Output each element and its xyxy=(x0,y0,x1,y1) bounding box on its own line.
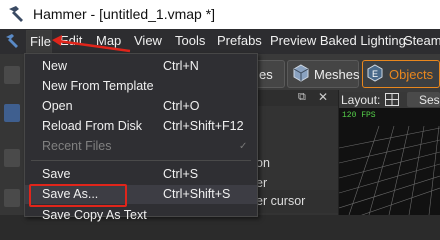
menu-prefabs[interactable]: Prefabs xyxy=(217,33,262,48)
menu-item-new-shortcut: Ctrl+N xyxy=(163,59,199,73)
menu-item-save-copy-label: Save Copy As Text xyxy=(42,208,147,222)
objects-button[interactable]: E Objects xyxy=(362,60,440,88)
svg-text:E: E xyxy=(372,69,378,79)
window-title: Hammer - [untitled_1.vmap *] xyxy=(33,6,216,22)
move-tool-button[interactable] xyxy=(4,149,20,167)
close-icon[interactable]: ✕ xyxy=(318,90,328,104)
outliner-row[interactable]: er cursor xyxy=(254,190,338,213)
tool-button[interactable] xyxy=(4,66,20,84)
menu-steam[interactable]: Steam xyxy=(404,33,440,48)
menu-item-save-as-label: Save As... xyxy=(42,187,99,201)
annotation-arrow-icon xyxy=(52,35,131,53)
menu-item-save[interactable]: Save Ctrl+S xyxy=(25,165,257,184)
objects-label: Objects xyxy=(389,67,434,82)
title-bar: Hammer - [untitled_1.vmap *] xyxy=(0,0,440,29)
menu-item-save-shortcut: Ctrl+S xyxy=(163,167,199,181)
submenu-arrow-icon: ✓ xyxy=(239,141,248,152)
menu-item-reload-from-disk[interactable]: Reload From Disk Ctrl+Shift+F12 xyxy=(25,117,257,136)
menu-item-recent-files[interactable]: Recent Files ✓ xyxy=(25,137,257,156)
side-fragment-1: on xyxy=(256,156,270,170)
menu-item-new[interactable]: New Ctrl+N xyxy=(25,57,257,76)
menu-item-open-label: Open xyxy=(42,99,73,113)
menu-separator xyxy=(31,160,251,161)
file-menu-dropdown: New Ctrl+N New From Template Open Ctrl+O… xyxy=(24,53,258,222)
menu-item-open[interactable]: Open Ctrl+O xyxy=(25,97,257,116)
viewport-grid xyxy=(339,125,440,215)
menu-file-label: File xyxy=(30,34,51,49)
menu-preview-baked-lighting[interactable]: Preview Baked Lighting xyxy=(270,33,406,48)
side-fragment-3: er cursor xyxy=(256,194,306,208)
layout-label: Layout: xyxy=(341,93,381,107)
layout-grid-icon[interactable] xyxy=(385,93,399,106)
dock-icon[interactable]: ⧉ xyxy=(298,91,306,104)
3d-viewport[interactable]: 120 FPS xyxy=(339,108,440,215)
menu-item-new-from-template-label: New From Template xyxy=(42,79,154,93)
menu-item-recent-files-label: Recent Files xyxy=(42,139,112,153)
menu-item-new-label: New xyxy=(42,59,68,73)
menu-item-save-as-shortcut: Ctrl+Shift+S xyxy=(163,187,231,201)
hammer-menu-icon[interactable] xyxy=(5,33,21,49)
outliner-panel-header: ⧉ ✕ xyxy=(254,90,338,106)
viewport-layout-bar: Layout: Ses xyxy=(339,92,440,108)
layout-select[interactable]: Ses xyxy=(407,92,440,107)
partial-toolbar-label: es xyxy=(259,67,273,82)
menu-item-reload-label: Reload From Disk xyxy=(42,119,143,133)
menu-item-save-as[interactable]: Save As... Ctrl+Shift+S xyxy=(25,184,257,207)
left-tool-strip xyxy=(0,54,24,215)
objects-entity-icon: E xyxy=(367,64,383,82)
partial-toolbar-button[interactable]: es xyxy=(254,60,285,88)
hammer-app-icon xyxy=(9,6,23,22)
menu-item-open-shortcut: Ctrl+O xyxy=(163,99,200,113)
mesh-cube-icon xyxy=(293,64,309,82)
layout-select-label: Ses xyxy=(419,93,440,107)
menu-file[interactable]: File xyxy=(26,30,52,54)
menu-item-save-label: Save xyxy=(42,167,71,181)
meshes-label: Meshes xyxy=(314,67,360,82)
meshes-button[interactable]: Meshes xyxy=(287,60,360,88)
select-tool-button[interactable] xyxy=(4,104,20,122)
outliner-panel: ⧉ ✕ on er er cursor xyxy=(254,90,339,215)
menu-view[interactable]: View xyxy=(134,33,162,48)
menu-item-reload-shortcut: Ctrl+Shift+F12 xyxy=(163,119,244,133)
menu-item-save-copy-as-text[interactable]: Save Copy As Text xyxy=(25,206,257,225)
rotate-tool-button[interactable] xyxy=(4,189,20,207)
menu-item-new-from-template[interactable]: New From Template xyxy=(25,77,257,96)
menu-tools[interactable]: Tools xyxy=(175,33,205,48)
